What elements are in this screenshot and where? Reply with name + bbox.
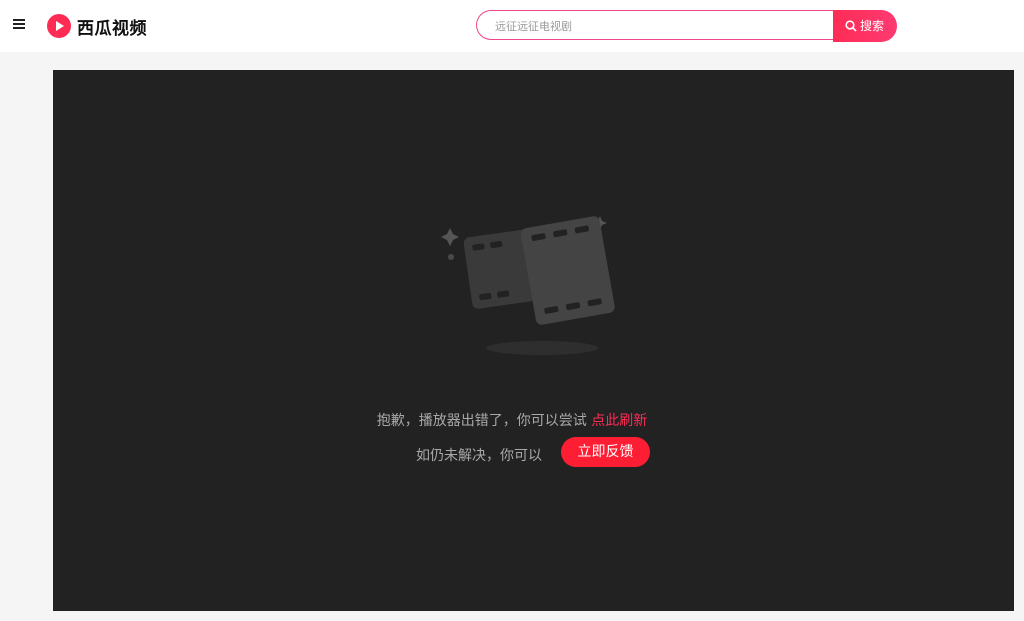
xigua-play-icon[interactable] [46, 13, 72, 39]
broken-film-icon [441, 216, 615, 355]
search-button[interactable]: 搜索 [833, 10, 897, 42]
top-header: 西瓜视频 搜索 [0, 0, 1024, 52]
search-button-label: 搜索 [860, 19, 885, 33]
error-text: 抱歉，播放器出错了，你可以尝试 [376, 413, 592, 429]
refresh-link[interactable]: 点此刷新 [591, 413, 647, 429]
feedback-button[interactable]: 立即反馈 [561, 437, 650, 467]
error-message: 抱歉，播放器出错了，你可以尝试 点此刷新 [0, 410, 1024, 430]
brand-name[interactable]: 西瓜视频 [77, 14, 147, 39]
search-input[interactable] [493, 11, 827, 41]
search-icon [845, 20, 857, 32]
search-box[interactable] [476, 10, 836, 41]
hamburger-menu-icon[interactable] [13, 19, 25, 29]
followup-message: 如仍未解决，你可以 [416, 448, 542, 464]
